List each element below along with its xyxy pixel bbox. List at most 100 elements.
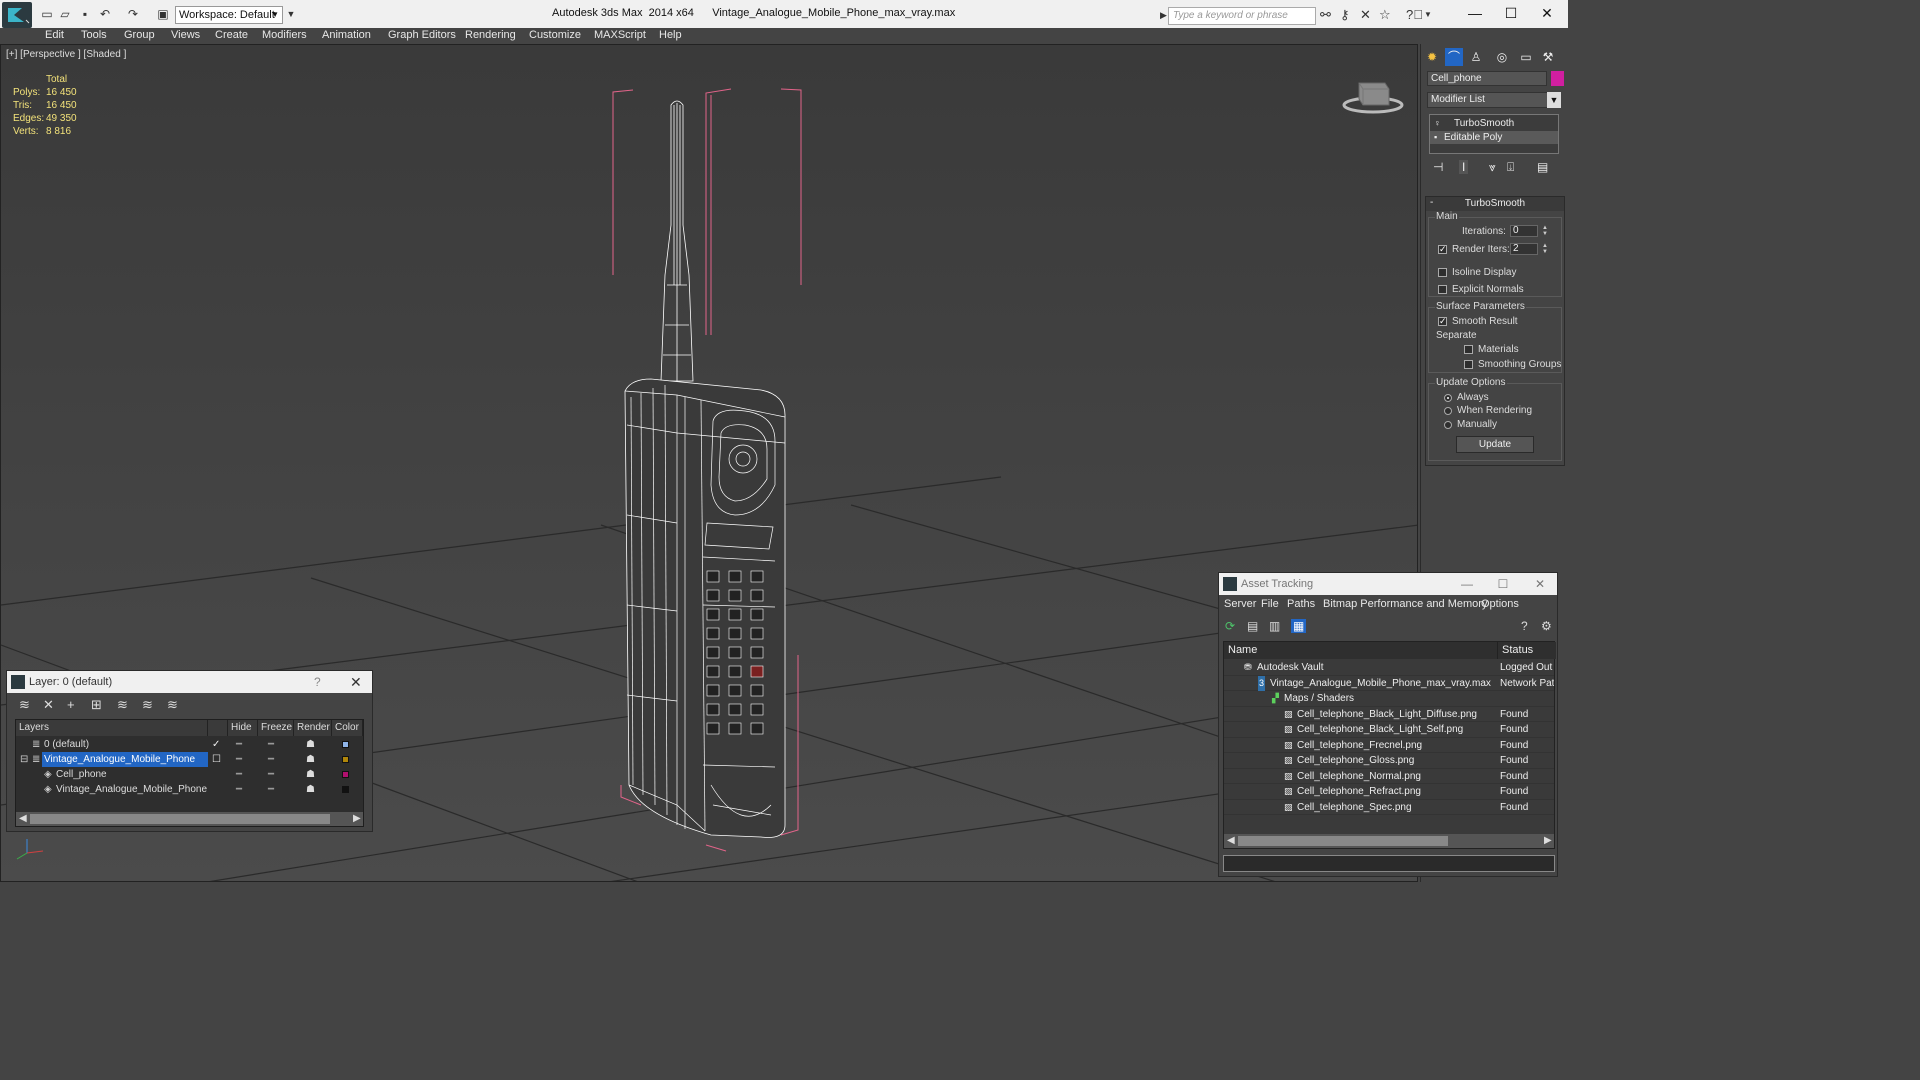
spinner-arrows-icon[interactable]: ▲ ▼ (1542, 225, 1550, 237)
hide-toggle[interactable]: ━ (236, 767, 242, 782)
menu-tools[interactable]: Tools (81, 29, 107, 41)
layer-name[interactable]: Vintage_Analogue_Mobile_Phone (42, 752, 208, 767)
star-icon[interactable]: ☆ (1379, 8, 1391, 22)
render-iters-spinner[interactable]: 2 (1510, 243, 1538, 255)
menu-modifiers[interactable]: Modifiers (262, 29, 307, 41)
horizontal-scrollbar[interactable]: ◀ ▶ (16, 812, 363, 826)
hide-toggle[interactable]: ━ (236, 737, 242, 752)
help-icon[interactable]: ? (314, 671, 321, 693)
close-icon[interactable]: ✕ (350, 671, 362, 693)
menu-server[interactable]: Server (1224, 598, 1256, 610)
asset-row[interactable]: ▨ Cell_telephone_Gloss.png Found (1224, 753, 1554, 769)
list-view-icon[interactable]: ▤ (1247, 619, 1258, 633)
update-button[interactable]: Update (1456, 436, 1534, 453)
menu-views[interactable]: Views (171, 29, 200, 41)
display-tab-icon[interactable]: ▭ (1517, 48, 1535, 66)
close-icon[interactable]: ✕ (1537, 4, 1557, 22)
smoothing-groups-checkbox[interactable] (1464, 360, 1473, 369)
expand-search-icon[interactable]: ▶ (1160, 8, 1167, 22)
smooth-result-checkbox[interactable]: ✓ (1438, 317, 1447, 326)
object-color-swatch[interactable] (342, 771, 349, 778)
refresh-icon[interactable]: ⟳ (1225, 619, 1235, 633)
render-teapot-icon[interactable]: ☗ (306, 767, 315, 782)
stack-item-editable-poly[interactable]: ▪ Editable Poly (1430, 131, 1558, 144)
modifier-list-dropdown[interactable]: Modifier List (1427, 92, 1553, 108)
asset-row[interactable]: ▨ Cell_telephone_Frecnel.png Found (1224, 738, 1554, 753)
scroll-left-icon[interactable]: ◀ (1227, 834, 1235, 848)
expand-icon[interactable]: ▪ (1434, 131, 1444, 144)
asset-row[interactable]: 3 Vintage_Analogue_Mobile_Phone_max_vray… (1224, 675, 1554, 691)
always-radio[interactable] (1444, 394, 1452, 402)
freeze-toggle[interactable]: ━ (268, 752, 274, 767)
render-teapot-icon[interactable]: ☗ (306, 737, 315, 752)
pin-stack-icon[interactable]: ⊣ (1433, 160, 1443, 174)
materials-checkbox[interactable] (1464, 345, 1473, 354)
thumbnail-view-icon[interactable]: ▥ (1269, 619, 1280, 633)
scroll-left-icon[interactable]: ◀ (19, 812, 27, 826)
scroll-right-icon[interactable]: ▶ (353, 812, 361, 826)
workspace-dropdown[interactable]: Workspace: Default ▼ (175, 6, 283, 24)
manually-radio[interactable] (1444, 421, 1452, 429)
object-name[interactable]: Cell_phone (56, 767, 107, 782)
layer-dialog-titlebar[interactable]: Layer: 0 (default) ? ✕ (7, 671, 372, 693)
maximize-icon[interactable]: ☐ (1501, 4, 1521, 22)
object-name-input[interactable]: Cell_phone (1427, 71, 1547, 86)
select-objects-icon[interactable]: ⊞ (91, 697, 102, 713)
undo-icon[interactable]: ↶ (98, 7, 112, 21)
make-unique-icon[interactable]: ⩔ (1489, 160, 1496, 175)
scroll-right-icon[interactable]: ▶ (1544, 834, 1552, 848)
minimize-icon[interactable]: — (1457, 573, 1477, 595)
search-input[interactable]: Type a keyword or phrase (1168, 7, 1316, 25)
asset-row[interactable]: ▨ Cell_telephone_Black_Light_Self.png Fo… (1224, 722, 1554, 738)
table-view-icon[interactable]: ▦ (1291, 619, 1307, 633)
render-teapot-icon[interactable]: ☗ (306, 752, 315, 767)
chevron-down-icon[interactable]: ▼ (1547, 92, 1561, 108)
set-current-layer-icon[interactable]: ☐ (212, 752, 221, 767)
customize-toolbar-icon[interactable]: ▼ (284, 7, 298, 21)
freeze-toggle[interactable]: ━ (268, 782, 274, 797)
column-header-name[interactable]: Name (1224, 642, 1498, 659)
object-color-swatch[interactable] (1551, 71, 1564, 86)
menu-paths[interactable]: Paths (1287, 598, 1315, 610)
menu-group[interactable]: Group (124, 29, 155, 41)
isoline-display-checkbox[interactable] (1438, 268, 1447, 277)
freeze-toggle[interactable]: ━ (268, 737, 274, 752)
create-tab-icon[interactable]: ✹ (1423, 48, 1441, 66)
layer-name[interactable]: 0 (default) (44, 737, 89, 752)
help-icon[interactable]: ?⃝ (1406, 8, 1423, 22)
layer-row[interactable]: ≣ 0 (default) ✓ ━ ━ ☗ (16, 737, 363, 752)
object-color-swatch[interactable] (342, 786, 349, 793)
remove-modifier-icon[interactable]: ⍗ (1507, 160, 1514, 175)
show-end-result-icon[interactable]: Ι (1459, 160, 1469, 174)
column-header-color[interactable]: Color (332, 720, 363, 736)
column-header-hide[interactable]: Hide (228, 720, 258, 736)
maximize-icon[interactable]: ☐ (1493, 573, 1513, 595)
viewport-label[interactable]: [+] [Perspective ] [Shaded ] (6, 49, 126, 60)
current-layer-check-icon[interactable]: ✓ (212, 737, 220, 752)
menu-edit[interactable]: Edit (45, 29, 64, 41)
help-icon[interactable]: ? (1521, 619, 1528, 633)
asset-row[interactable]: ▞ Maps / Shaders (1224, 691, 1554, 707)
asset-row[interactable]: ▨ Cell_telephone_Refract.png Found (1224, 784, 1554, 800)
column-header-freeze[interactable]: Freeze (258, 720, 294, 736)
project-folder-icon[interactable]: ▣ (156, 7, 170, 21)
add-to-layer-icon[interactable]: + (67, 697, 75, 712)
layer-color-swatch[interactable] (342, 756, 349, 763)
help-dropdown-icon[interactable]: ▼ (1424, 8, 1432, 22)
menu-animation[interactable]: Animation (322, 29, 371, 41)
hide-toggle[interactable]: ━ (236, 782, 242, 797)
motion-tab-icon[interactable]: ◎ (1493, 48, 1511, 66)
hide-all-icon[interactable]: ≋ (142, 697, 153, 713)
asset-row[interactable]: ▨ Cell_telephone_Normal.png Found (1224, 769, 1554, 784)
scrollbar-thumb[interactable] (30, 814, 330, 824)
highlight-layer-icon[interactable]: ≋ (117, 697, 128, 713)
app-logo-icon[interactable] (2, 2, 32, 28)
menu-customize[interactable]: Customize (529, 29, 581, 41)
asset-row[interactable]: ▨ Cell_telephone_Black_Light_Diffuse.png… (1224, 707, 1554, 722)
asset-tracking-titlebar[interactable]: Asset Tracking — ☐ ✕ (1219, 573, 1557, 595)
configure-sets-icon[interactable]: ▤ (1537, 160, 1548, 174)
save-icon[interactable]: ▪ (78, 7, 92, 21)
minimize-icon[interactable]: — (1465, 4, 1485, 22)
menu-maxscript[interactable]: MAXScript (594, 29, 646, 41)
asset-row[interactable]: ⛃ Autodesk Vault Logged Out (1224, 660, 1554, 676)
